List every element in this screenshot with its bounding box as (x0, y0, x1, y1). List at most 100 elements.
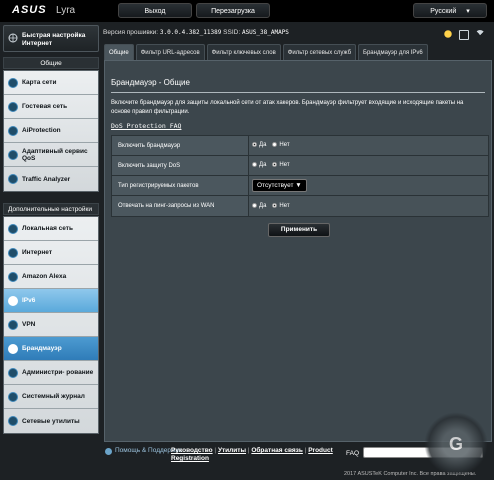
dos-faq-link[interactable]: DoS Protection FAQ (111, 122, 181, 130)
dos-no-radio[interactable]: Нет (272, 162, 290, 169)
sidebar-item-firewall[interactable]: Брандмауэр (4, 337, 98, 361)
radio-icon (272, 162, 278, 168)
link-separator: | (247, 447, 250, 454)
faq-label: FAQ (346, 450, 360, 457)
globe-icon (8, 248, 18, 258)
ipv6-icon (8, 296, 18, 306)
reboot-button[interactable]: Перезагрузка (196, 3, 270, 18)
quick-setup-label: Быстрая настройка Интернет (22, 32, 86, 47)
qos-icon (8, 150, 18, 160)
sidebar-item-label: Адаптивный сервис QoS (22, 147, 88, 162)
sidebar-item-guest-network[interactable]: Гостевая сеть (4, 95, 98, 119)
sidebar-item-administration[interactable]: Администри- рование (4, 361, 98, 385)
firmware-value: 3.0.0.4.382_11389 (159, 29, 222, 36)
firmware-label: Версия прошивки: (103, 29, 159, 36)
sidebar-item-vpn[interactable]: VPN (4, 313, 98, 337)
bulb-icon[interactable] (443, 30, 453, 41)
sidebar-item-alexa[interactable]: Amazon Alexa (4, 265, 98, 289)
sidebar-item-qos[interactable]: Адаптивный сервис QoS (4, 143, 98, 167)
sidebar-item-label: VPN (22, 321, 36, 328)
firewall-no-radio[interactable]: Нет (272, 142, 290, 149)
radio-label: Да (259, 203, 267, 210)
sidebar-item-lan[interactable]: Локальная сеть (4, 217, 98, 241)
footer-links: Руководство | Утилиты | Обратная связь |… (171, 447, 341, 463)
setting-label: Тип регистрируемых пакетов (112, 176, 249, 195)
vpn-icon (8, 320, 18, 330)
radio-label: Да (259, 162, 267, 169)
sidebar-item-label: Брандмауэр (22, 345, 62, 352)
ssid-value: ASUS_38_AMAPS (241, 29, 289, 36)
page-description: Включите брандмауэр для защиты локальной… (111, 100, 464, 115)
footer: Помощь & Поддержка Руководство | Утилиты… (0, 443, 494, 480)
logout-button[interactable]: Выход (118, 3, 192, 18)
general-header: Общие (3, 57, 99, 69)
globe-icon (8, 33, 18, 43)
system-log-icon (8, 392, 18, 402)
settings-table: Включить брандмауэр Да Нет Включить защи… (111, 135, 489, 217)
tab-ipv6-firewall[interactable]: Брандмауэр для IPv6 (358, 44, 428, 60)
language-select[interactable]: Русский ▾ (413, 3, 487, 18)
apply-button[interactable]: Применить (268, 223, 330, 237)
watermark-logo: G (424, 412, 488, 476)
general-menu: Карта сети Гостевая сеть AiProtection Ад… (3, 70, 99, 192)
radio-icon (272, 202, 278, 208)
tab-general[interactable]: Общие (104, 44, 134, 60)
firewall-radio-group: Да Нет (249, 136, 488, 155)
wifi-icon[interactable] (474, 30, 485, 41)
log-type-cell: Отсутствует ▼ (249, 176, 488, 195)
setting-row-log-type: Тип регистрируемых пакетов Отсутствует ▼ (112, 176, 488, 196)
sidebar-item-label: Amazon Alexa (22, 273, 67, 280)
radio-label: Нет (279, 203, 290, 210)
product-name: Lyra (56, 5, 76, 16)
tab-network-services-filter[interactable]: Фильтр сетевых служб (282, 44, 357, 60)
sidebar-item-traffic-analyzer[interactable]: Traffic Analyzer (4, 167, 98, 191)
shield-icon (8, 126, 18, 136)
firewall-yes-radio[interactable]: Да (252, 142, 267, 149)
wan-ping-yes-radio[interactable]: Да (252, 202, 267, 210)
sidebar-item-label: Системный журнал (22, 393, 85, 400)
dos-yes-radio[interactable]: Да (252, 162, 267, 169)
administration-icon (8, 368, 18, 378)
chevron-down-icon: ▼ (295, 182, 302, 189)
chevron-down-icon: ▾ (466, 8, 470, 15)
sidebar-item-system-log[interactable]: Системный журнал (4, 385, 98, 409)
firewall-icon (8, 344, 18, 354)
sidebar-item-label: Сетевые утилиты (22, 417, 80, 425)
radio-icon (272, 142, 278, 148)
firewall-panel: Брандмауэр - Общие Включите брандмауэр д… (104, 60, 492, 442)
sidebar-item-network-tools[interactable]: Сетевые утилиты (4, 409, 98, 433)
radio-label: Да (259, 142, 267, 149)
tab-url-filter[interactable]: Фильтр URL-адресов (135, 44, 205, 60)
sidebar-item-label: Администри- рование (22, 369, 94, 376)
setting-label: Отвечать на пинг-запросы из WAN (112, 196, 249, 216)
lan-icon (8, 224, 18, 234)
advanced-header: Дополнительные настройки (3, 203, 99, 215)
dos-radio-group: Да Нет (249, 156, 488, 175)
advanced-menu: Локальная сеть Интернет Amazon Alexa IPv… (3, 216, 99, 434)
sidebar-item-network-map[interactable]: Карта сети (4, 71, 98, 95)
sidebar-item-wan[interactable]: Интернет (4, 241, 98, 265)
select-value: Отсутствует (257, 182, 294, 189)
manual-link[interactable]: Руководство (171, 447, 213, 454)
radio-icon (252, 142, 257, 148)
usb-icon[interactable] (458, 30, 469, 41)
sidebar-item-aiprotection[interactable]: AiProtection (4, 119, 98, 143)
radio-icon (252, 202, 257, 208)
log-type-select[interactable]: Отсутствует ▼ (252, 179, 307, 192)
help-icon (105, 448, 112, 455)
radio-label: Нет (279, 162, 290, 169)
feedback-link[interactable]: Обратная связь (251, 447, 303, 454)
setting-row-wan-ping: Отвечать на пинг-запросы из WAN Да Нет (112, 196, 488, 216)
setting-label: Включить брандмауэр (112, 136, 249, 155)
sidebar-item-ipv6[interactable]: IPv6 (4, 289, 98, 313)
utilities-link[interactable]: Утилиты (218, 447, 246, 454)
top-bar: ASUS Lyra Выход Перезагрузка Русский ▾ (0, 0, 494, 22)
link-separator: | (214, 447, 217, 454)
sidebar-item-label: Интернет (22, 249, 53, 256)
network-map-icon (8, 78, 18, 88)
quick-setup-button[interactable]: Быстрая настройка Интернет (3, 25, 99, 52)
sidebar-item-label: Карта сети (22, 79, 57, 86)
tab-keyword-filter[interactable]: Фильтр ключевых слов (206, 44, 281, 60)
traffic-analyzer-icon (8, 174, 18, 184)
wan-ping-no-radio[interactable]: Нет (272, 202, 290, 210)
